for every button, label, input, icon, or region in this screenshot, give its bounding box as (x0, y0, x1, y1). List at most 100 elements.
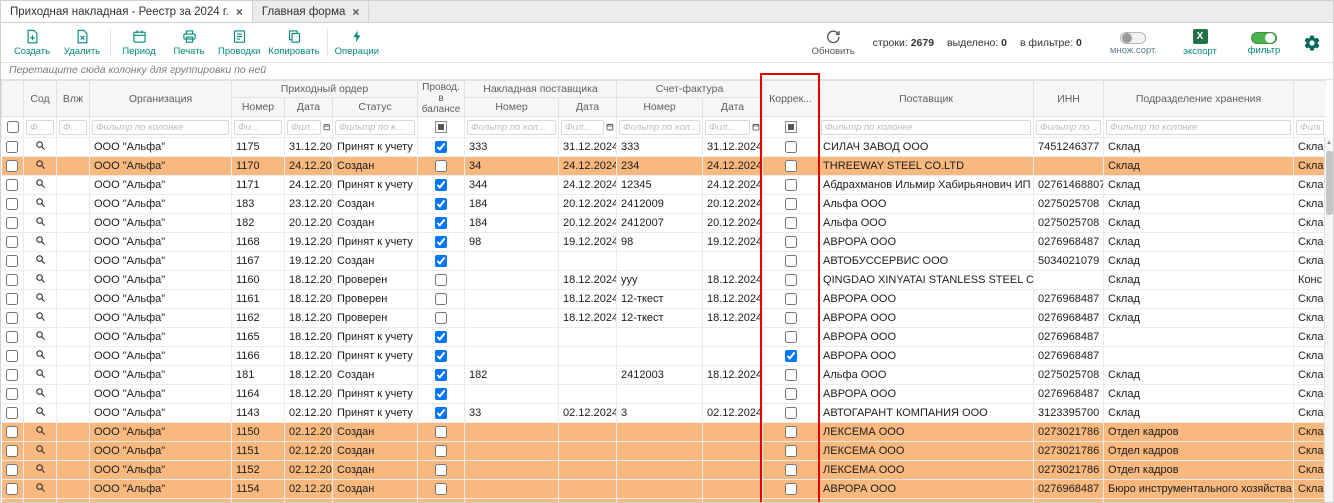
cell-correction[interactable] (763, 480, 819, 499)
filter-attach-input[interactable] (59, 120, 87, 135)
row-open-magnifier[interactable] (24, 233, 57, 252)
correction-checkbox[interactable] (785, 350, 797, 362)
correction-checkbox[interactable] (785, 388, 797, 400)
header-extra[interactable] (1294, 81, 1326, 117)
header-correction[interactable]: Коррек... (763, 81, 819, 117)
row-open-magnifier[interactable] (24, 271, 57, 290)
row-select-cell[interactable] (2, 442, 24, 461)
row-open-magnifier[interactable] (24, 195, 57, 214)
table-row[interactable]: ООО "Альфа"117024.12.2024Создан3424.12.2… (2, 157, 1327, 176)
posted-checkbox[interactable] (435, 426, 447, 438)
filter-correction-checkbox[interactable] (763, 117, 819, 138)
cell-correction[interactable] (763, 499, 819, 503)
row-select-checkbox[interactable] (6, 141, 18, 153)
cell-posted[interactable] (418, 442, 465, 461)
table-row[interactable]: ООО "Альфа"116118.12.2024Проверен18.12.2… (2, 290, 1327, 309)
row-open-magnifier[interactable] (24, 480, 57, 499)
filter-toggle[interactable]: фильтр (1239, 28, 1289, 58)
table-row[interactable]: ООО "Альфа"115402.12.2024СозданАВРОРА ОО… (2, 480, 1327, 499)
row-select-checkbox[interactable] (6, 464, 18, 476)
table-row[interactable]: ООО "Альфа"115202.12.2024СозданЛЕКСЕМА О… (2, 461, 1327, 480)
cell-posted[interactable] (418, 423, 465, 442)
posted-checkbox[interactable] (435, 179, 447, 191)
row-open-magnifier[interactable] (24, 442, 57, 461)
filter-order-date-input[interactable] (287, 120, 321, 135)
filter-posted-checkbox[interactable] (418, 117, 465, 138)
row-select-cell[interactable] (2, 195, 24, 214)
row-open-magnifier[interactable] (24, 499, 57, 503)
group-header-order[interactable]: Приходный ордер (232, 81, 418, 98)
row-select-cell[interactable] (2, 252, 24, 271)
header-order-date[interactable]: Дата (285, 98, 333, 117)
correction-checkbox[interactable] (785, 331, 797, 343)
row-select-checkbox[interactable] (6, 236, 18, 248)
cell-posted[interactable] (418, 271, 465, 290)
cell-correction[interactable] (763, 404, 819, 423)
table-row[interactable]: ООО "Альфа"116218.12.2024Проверен18.12.2… (2, 309, 1327, 328)
correction-checkbox[interactable] (785, 236, 797, 248)
row-select-cell[interactable] (2, 404, 24, 423)
row-select-cell[interactable] (2, 385, 24, 404)
row-select-checkbox[interactable] (6, 369, 18, 381)
select-all-cell[interactable] (2, 117, 24, 138)
row-select-cell[interactable] (2, 461, 24, 480)
cell-correction[interactable] (763, 461, 819, 480)
cell-posted[interactable] (418, 366, 465, 385)
filter-sup-number-input[interactable] (467, 120, 556, 135)
row-select-cell[interactable] (2, 138, 24, 157)
group-header-invoice[interactable]: Счет-фактура (617, 81, 763, 98)
vertical-scrollbar[interactable]: ▲ (1324, 137, 1333, 502)
row-select-checkbox[interactable] (6, 255, 18, 267)
row-open-magnifier[interactable] (24, 138, 57, 157)
cell-correction[interactable] (763, 423, 819, 442)
row-select-cell[interactable] (2, 157, 24, 176)
row-select-checkbox[interactable] (6, 483, 18, 495)
cell-correction[interactable] (763, 290, 819, 309)
row-select-checkbox[interactable] (6, 312, 18, 324)
correction-checkbox[interactable] (785, 255, 797, 267)
table-row[interactable]: ООО "Альфа"116018.12.2024Проверен18.12.2… (2, 271, 1327, 290)
group-header-supplier-invoice[interactable]: Накладная поставщика (465, 81, 617, 98)
row-select-checkbox[interactable] (6, 407, 18, 419)
row-open-magnifier[interactable] (24, 366, 57, 385)
row-select-cell[interactable] (2, 233, 24, 252)
row-open-magnifier[interactable] (24, 423, 57, 442)
header-inv-date[interactable]: Дата (703, 98, 763, 117)
row-select-checkbox[interactable] (6, 198, 18, 210)
row-select-checkbox[interactable] (6, 350, 18, 362)
row-select-cell[interactable] (2, 499, 24, 503)
row-select-cell[interactable] (2, 271, 24, 290)
cell-posted[interactable] (418, 461, 465, 480)
posted-checkbox[interactable] (435, 331, 447, 343)
scroll-up-icon[interactable]: ▲ (1325, 137, 1333, 146)
table-row[interactable]: ООО "Альфа"115302.12.2024СозданЛЕКСЕМА О… (2, 499, 1327, 503)
header-attach[interactable]: Влж (57, 81, 90, 117)
table-row[interactable]: ООО "Альфа"114302.12.2024Принят к учету3… (2, 404, 1327, 423)
filter-inv-date-input[interactable] (705, 120, 750, 135)
row-select-cell[interactable] (2, 480, 24, 499)
posted-checkbox[interactable] (435, 369, 447, 381)
filter-supplier-input[interactable] (821, 120, 1031, 135)
row-select-checkbox[interactable] (6, 426, 18, 438)
posted-checkbox[interactable] (435, 388, 447, 400)
scrollbar-thumb[interactable] (1326, 151, 1333, 215)
cell-correction[interactable] (763, 138, 819, 157)
cell-posted[interactable] (418, 404, 465, 423)
row-select-checkbox[interactable] (6, 445, 18, 457)
cell-posted[interactable] (418, 195, 465, 214)
toggle-on-icon[interactable] (1251, 32, 1277, 44)
cell-correction[interactable] (763, 214, 819, 233)
cell-posted[interactable] (418, 385, 465, 404)
correction-checkbox[interactable] (785, 369, 797, 381)
cell-correction[interactable] (763, 233, 819, 252)
cell-posted[interactable] (418, 309, 465, 328)
header-inv-number[interactable]: Номер (617, 98, 703, 117)
filter-sup-date-input[interactable] (561, 120, 604, 135)
filter-organization-input[interactable] (92, 120, 229, 135)
cell-posted[interactable] (418, 176, 465, 195)
posted-checkbox[interactable] (435, 464, 447, 476)
grouping-hint[interactable]: Перетащите сюда колонку для группировки … (1, 63, 1333, 80)
cell-posted[interactable] (418, 157, 465, 176)
posted-checkbox[interactable] (435, 255, 447, 267)
table-row[interactable]: ООО "Альфа"116719.12.2024СозданАВТОБУССЕ… (2, 252, 1327, 271)
